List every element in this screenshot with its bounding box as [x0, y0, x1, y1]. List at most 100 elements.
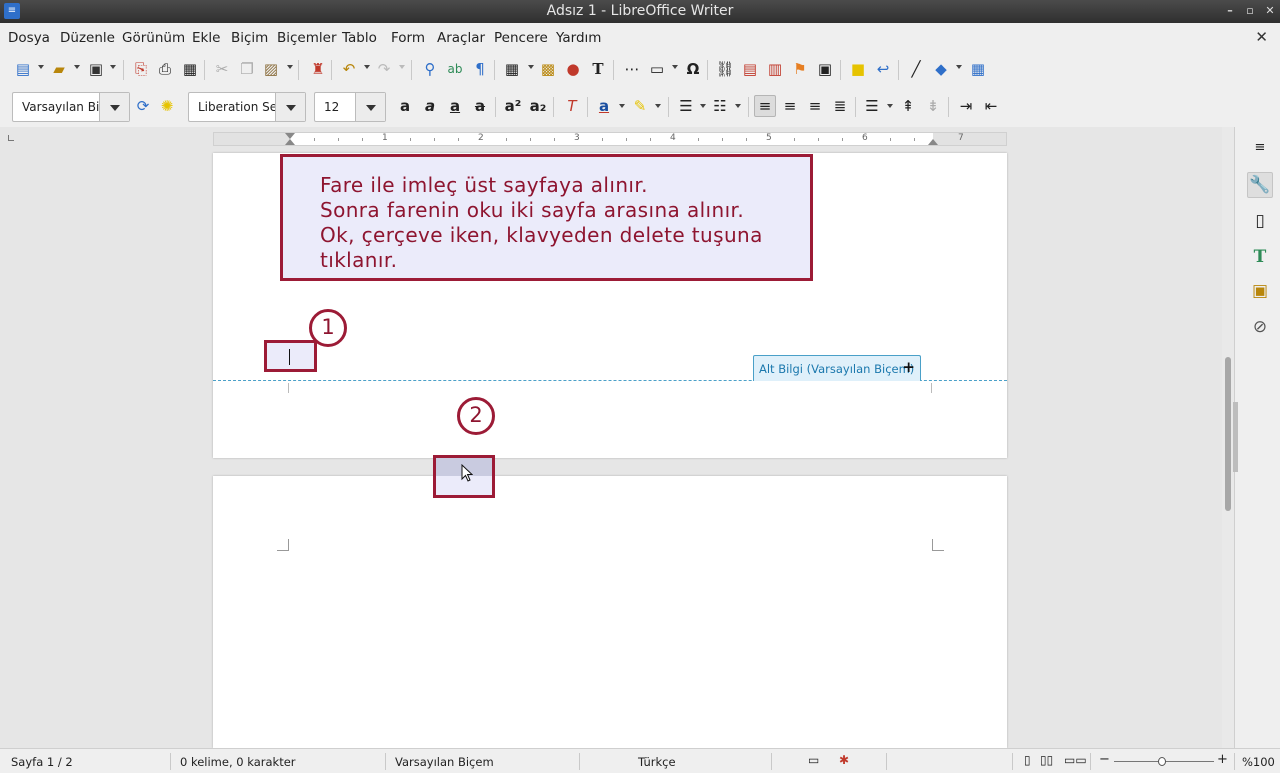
decrease-spacing-icon[interactable]: ⇟	[923, 96, 943, 116]
menu-insert[interactable]: Ekle	[192, 30, 220, 46]
superscript-icon[interactable]: a²	[503, 96, 523, 116]
print-icon[interactable]: ⎙	[155, 59, 175, 79]
new-dropdown-icon[interactable]	[38, 65, 44, 69]
paste-icon[interactable]: ▨	[261, 59, 281, 79]
text-box-icon[interactable]: T	[588, 59, 608, 79]
bullet-dropdown-icon[interactable]	[700, 104, 706, 108]
line-icon[interactable]: ╱	[906, 59, 926, 79]
decrease-indent-icon[interactable]: ⇤	[981, 96, 1001, 116]
spelling-icon[interactable]: ab	[445, 59, 465, 79]
save-dropdown-icon[interactable]	[110, 65, 116, 69]
menu-styles[interactable]: Biçemler	[277, 30, 337, 46]
menu-tools[interactable]: Araçlar	[437, 30, 485, 46]
undo-icon[interactable]: ↶	[339, 59, 359, 79]
menu-file[interactable]: Dosya	[8, 30, 50, 46]
page-style-status[interactable]: Varsayılan Biçem	[395, 755, 494, 769]
increase-indent-icon[interactable]: ⇥	[956, 96, 976, 116]
document-modified-icon[interactable]: ✱	[839, 753, 849, 767]
undo-dropdown-icon[interactable]	[364, 65, 370, 69]
zoom-slider-knob[interactable]	[1158, 757, 1166, 766]
align-left-icon[interactable]: ≡	[754, 95, 776, 117]
menu-view[interactable]: Görünüm	[122, 30, 185, 46]
subscript-icon[interactable]: a₂	[528, 96, 548, 116]
find-replace-icon[interactable]: ⚲	[420, 59, 440, 79]
clone-formatting-icon[interactable]: ♜	[308, 59, 328, 79]
shapes-dropdown-icon[interactable]	[956, 65, 962, 69]
table-dropdown-icon[interactable]	[528, 65, 534, 69]
first-line-indent-marker[interactable]	[285, 139, 295, 145]
new-document-icon[interactable]: ▤	[13, 59, 33, 79]
menu-help[interactable]: Yardım	[556, 30, 601, 46]
font-name-combo[interactable]: Liberation Se	[188, 92, 306, 122]
print-preview-icon[interactable]: ▦	[180, 59, 200, 79]
menu-form[interactable]: Form	[391, 30, 425, 46]
close-document-icon[interactable]: ✕	[1255, 28, 1268, 46]
paste-dropdown-icon[interactable]	[287, 65, 293, 69]
track-changes-icon[interactable]: ↩	[873, 59, 893, 79]
navigator-icon[interactable]: ⊘	[1247, 314, 1273, 340]
single-page-view-icon[interactable]: ▯	[1024, 753, 1031, 767]
minimize-icon[interactable]: –	[1222, 3, 1238, 19]
multi-page-view-icon[interactable]: ▯▯	[1040, 753, 1053, 767]
bullet-list-icon[interactable]: ☰	[676, 96, 696, 116]
line-spacing-icon[interactable]: ☰	[862, 96, 882, 116]
strikethrough-icon[interactable]: a	[470, 96, 490, 116]
zoom-level-status[interactable]: %100	[1242, 755, 1275, 769]
horizontal-ruler[interactable]: 1 2 3 4 5 6 7	[213, 132, 1007, 146]
properties-icon[interactable]: 🔧	[1247, 172, 1273, 198]
right-indent-marker[interactable]	[928, 139, 938, 145]
close-icon[interactable]: ✕	[1262, 3, 1278, 19]
comment-icon[interactable]: ■	[848, 59, 868, 79]
save-icon[interactable]: ▣	[86, 59, 106, 79]
increase-spacing-icon[interactable]: ⇞	[898, 96, 918, 116]
menu-edit[interactable]: Düzenle	[60, 30, 115, 46]
menu-format[interactable]: Biçim	[231, 30, 268, 46]
page-icon[interactable]: ▯	[1247, 208, 1273, 234]
footer-tab-button[interactable]: Alt Bilgi (Varsayılan Biçem) +	[753, 355, 921, 381]
cross-reference-icon[interactable]: ▣	[815, 59, 835, 79]
justify-icon[interactable]: ≣	[830, 96, 850, 116]
align-center-icon[interactable]: ≡	[780, 96, 800, 116]
align-right-icon[interactable]: ≡	[805, 96, 825, 116]
menu-table[interactable]: Tablo	[342, 30, 377, 46]
page-2[interactable]	[213, 476, 1007, 748]
chevron-down-icon[interactable]	[275, 93, 305, 121]
image-icon[interactable]: ▩	[538, 59, 558, 79]
font-size-combo[interactable]: 12	[314, 92, 386, 122]
paragraph-style-combo[interactable]: Varsayılan Biç	[12, 92, 130, 122]
footnote-icon[interactable]: ▤	[740, 59, 760, 79]
chart-icon[interactable]: ●	[563, 59, 583, 79]
open-icon[interactable]: ▰	[49, 59, 69, 79]
open-dropdown-icon[interactable]	[74, 65, 80, 69]
bookmark-icon[interactable]: ⚑	[790, 59, 810, 79]
field-dropdown-icon[interactable]	[672, 65, 678, 69]
numbered-list-icon[interactable]: ☷	[710, 96, 730, 116]
special-character-icon[interactable]: Ω	[683, 59, 703, 79]
book-view-icon[interactable]: ▭▭	[1064, 753, 1087, 767]
word-count-status[interactable]: 0 kelime, 0 karakter	[180, 755, 296, 769]
chevron-down-icon[interactable]	[99, 93, 129, 121]
redo-icon[interactable]: ↷	[374, 59, 394, 79]
update-style-icon[interactable]: ⟳	[133, 96, 153, 116]
page-number-status[interactable]: Sayfa 1 / 2	[11, 755, 73, 769]
copy-icon[interactable]: ❐	[237, 59, 257, 79]
scrollbar-thumb[interactable]	[1225, 357, 1231, 511]
styles-icon[interactable]: T	[1247, 244, 1273, 270]
basic-shapes-icon[interactable]: ◆	[931, 59, 951, 79]
line-spacing-dropdown-icon[interactable]	[887, 104, 893, 108]
clear-formatting-icon[interactable]: T	[562, 96, 582, 116]
language-status[interactable]: Türkçe	[638, 755, 676, 769]
zoom-in-icon[interactable]: +	[1217, 752, 1228, 767]
highlight-dropdown-icon[interactable]	[655, 104, 661, 108]
chevron-down-icon[interactable]	[355, 93, 385, 121]
bold-icon[interactable]: a	[395, 96, 415, 116]
export-pdf-icon[interactable]: ⎘	[131, 59, 151, 79]
add-footer-icon[interactable]: +	[902, 358, 915, 376]
draw-functions-icon[interactable]: ▦	[968, 59, 988, 79]
menu-window[interactable]: Pencere	[494, 30, 548, 46]
gallery-icon[interactable]: ▣	[1247, 278, 1273, 304]
tab-stop-icon[interactable]	[8, 135, 14, 141]
table-icon[interactable]: ▦	[502, 59, 522, 79]
page-break-icon[interactable]: ⋯	[622, 59, 642, 79]
field-icon[interactable]: ▭	[647, 59, 667, 79]
